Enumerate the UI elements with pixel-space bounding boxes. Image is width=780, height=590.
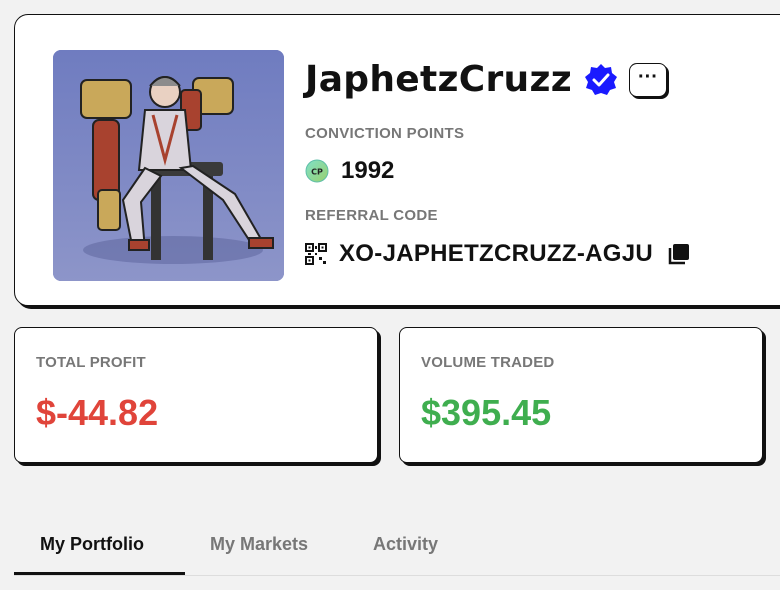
conviction-points-label: CONVICTION POINTS bbox=[305, 125, 465, 142]
avatar-illustration bbox=[53, 50, 284, 281]
username: JaphetzCruzz bbox=[305, 59, 572, 100]
conviction-points-value: 1992 bbox=[341, 157, 395, 184]
tab-my-markets[interactable]: My Markets bbox=[210, 534, 308, 555]
referral-code-label: REFERRAL CODE bbox=[305, 207, 438, 224]
qr-code-icon bbox=[305, 243, 327, 265]
total-profit-card: TOTAL PROFIT $-44.82 bbox=[14, 327, 378, 463]
cp-coin-icon: CP bbox=[305, 159, 329, 183]
volume-traded-label: VOLUME TRADED bbox=[421, 354, 555, 371]
profile-card: JaphetzCruzz ··· CONVICTION POINTS CP 19… bbox=[14, 14, 780, 306]
tab-activity[interactable]: Activity bbox=[373, 534, 438, 555]
tab-my-portfolio[interactable]: My Portfolio bbox=[40, 534, 144, 555]
volume-traded-card: VOLUME TRADED $395.45 bbox=[399, 327, 763, 463]
tab-bar: My Portfolio My Markets Activity bbox=[14, 520, 780, 576]
volume-traded-value: $395.45 bbox=[421, 392, 552, 433]
total-profit-label: TOTAL PROFIT bbox=[36, 354, 146, 371]
avatar bbox=[53, 50, 284, 281]
username-row: JaphetzCruzz ··· bbox=[305, 59, 667, 100]
copy-icon[interactable] bbox=[667, 242, 691, 266]
referral-code-value: XO-JAPHETZCRUZZ-AGJU bbox=[339, 240, 654, 267]
more-options-button[interactable]: ··· bbox=[628, 62, 667, 97]
conviction-points-row: CP 1992 bbox=[305, 157, 394, 185]
cp-coin-text: CP bbox=[311, 168, 323, 177]
total-profit-value: $-44.82 bbox=[36, 392, 159, 433]
referral-code-row: XO-JAPHETZCRUZZ-AGJU bbox=[305, 240, 691, 268]
active-tab-indicator bbox=[14, 572, 185, 575]
verified-badge-icon bbox=[584, 63, 618, 97]
